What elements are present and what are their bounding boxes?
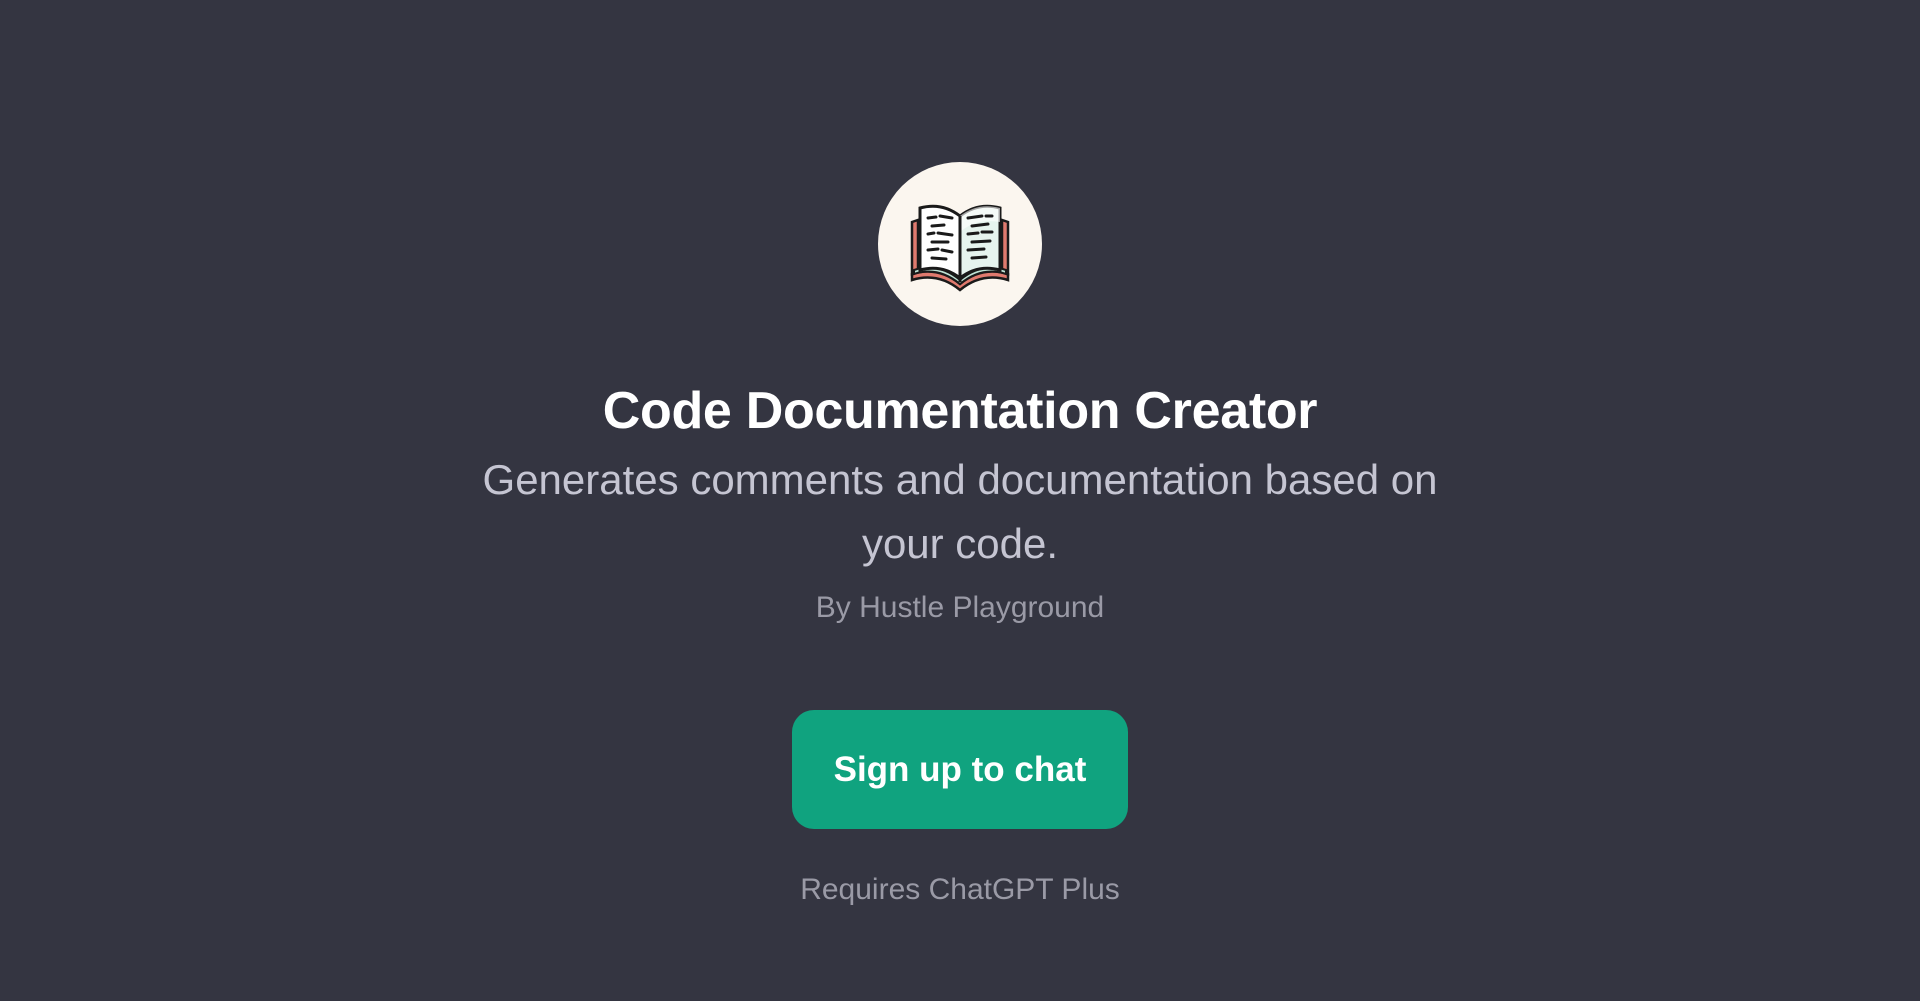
sign-up-to-chat-button[interactable]: Sign up to chat [792,710,1128,829]
gpt-avatar [878,162,1042,326]
plan-requirement-note: Requires ChatGPT Plus [800,873,1120,906]
open-book-icon [910,204,1010,292]
gpt-description: Generates comments and documentation bas… [482,456,1438,567]
gpt-title: Code Documentation Creator [602,382,1318,440]
gpt-landing-page: Code Documentation Creator Generates com… [0,0,1920,1001]
gpt-author: By Hustle Playground [815,591,1105,624]
